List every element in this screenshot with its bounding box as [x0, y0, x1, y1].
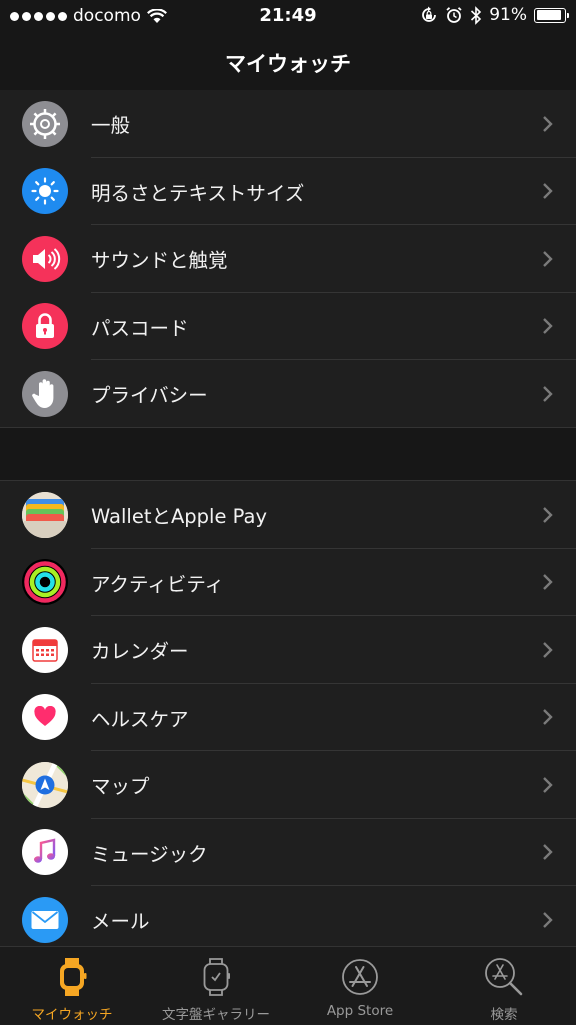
settings-item-label: メール — [91, 910, 150, 934]
chevron-right-icon — [543, 844, 553, 861]
tab-search[interactable]: 検索 — [432, 947, 576, 1025]
section-gap — [0, 427, 576, 481]
settings-item-brightness[interactable]: 明るさとテキストサイズ — [0, 158, 576, 225]
settings-item-wallet[interactable]: WalletとApple Pay — [0, 481, 576, 549]
tab-label: マイウォッチ — [31, 1007, 113, 1023]
music-icon — [22, 829, 68, 876]
settings-item-maps[interactable]: マップ — [0, 751, 576, 819]
tab-face-gallery[interactable]: 文字盤ギャラリー — [144, 947, 288, 1025]
rotation-lock-icon — [422, 6, 437, 22]
settings-item-label: サウンドと触覚 — [91, 249, 228, 273]
tab-app-store[interactable]: App Store — [288, 947, 432, 1025]
status-bar: docomo 21:49 91% — [0, 0, 576, 34]
chevron-right-icon — [543, 183, 553, 200]
settings-item-label: ミュージック — [91, 842, 208, 866]
alarm-icon — [446, 7, 462, 23]
chevron-right-icon — [543, 250, 553, 267]
settings-item-label: ヘルスケア — [91, 707, 189, 731]
settings-item-label: カレンダー — [91, 640, 189, 664]
tab-my-watch[interactable]: マイウォッチ — [0, 947, 144, 1025]
chevron-right-icon — [543, 506, 553, 523]
tab-label: App Store — [326, 1003, 394, 1019]
chevron-right-icon — [543, 115, 553, 132]
settings-item-sounds[interactable]: サウンドと触覚 — [0, 225, 576, 293]
mail-icon — [22, 896, 68, 943]
page-title: マイウォッチ — [225, 52, 351, 76]
chevron-right-icon — [543, 776, 553, 793]
chevron-right-icon — [543, 911, 553, 928]
settings-item-label: マップ — [91, 775, 150, 799]
settings-item-calendar[interactable]: カレンダー — [0, 616, 576, 684]
chevron-right-icon — [543, 574, 553, 591]
watch-icon — [60, 958, 87, 996]
health-icon — [22, 694, 68, 741]
settings-list-apps: WalletとApple Pay アクティビティ カレンダー ヘルスケア マップ… — [0, 481, 576, 954]
bluetooth-icon — [471, 5, 482, 25]
settings-item-general[interactable]: 一般 — [0, 90, 576, 158]
gear-icon — [22, 100, 68, 147]
tab-bar: マイウォッチ 文字盤ギャラリー App Store 検索 — [0, 946, 576, 1024]
settings-item-privacy[interactable]: プライバシー — [0, 360, 576, 428]
settings-list-system: 一般 明るさとテキストサイズ サウンドと触覚 パスコード プライバシー — [0, 90, 576, 428]
map-icon — [22, 761, 68, 808]
brightness-icon — [22, 168, 68, 215]
settings-item-health[interactable]: ヘルスケア — [0, 684, 576, 751]
battery-icon — [534, 7, 569, 23]
watch-face-icon — [203, 958, 230, 996]
navigation-bar: マイウォッチ — [0, 34, 576, 98]
settings-item-music[interactable]: ミュージック — [0, 819, 576, 886]
speaker-icon — [22, 235, 68, 282]
tab-label: 文字盤ギャラリー — [162, 1007, 270, 1023]
app-store-icon — [342, 959, 378, 995]
search-icon — [485, 958, 523, 996]
settings-item-label: プライバシー — [91, 384, 208, 408]
settings-item-label: パスコード — [91, 316, 189, 340]
settings-item-activity[interactable]: アクティビティ — [0, 549, 576, 616]
activity-icon — [22, 559, 68, 606]
settings-item-label: アクティビティ — [91, 572, 225, 596]
settings-item-label: 明るさとテキストサイズ — [91, 181, 305, 205]
hand-icon — [22, 370, 68, 417]
tab-label: 検索 — [490, 1007, 518, 1023]
settings-item-passcode[interactable]: パスコード — [0, 293, 576, 360]
settings-item-label: 一般 — [91, 114, 131, 138]
wallet-icon — [22, 491, 68, 538]
settings-item-label: WalletとApple Pay — [91, 505, 268, 529]
chevron-right-icon — [543, 318, 553, 335]
calendar-icon — [22, 626, 68, 673]
battery-percent: 91% — [489, 5, 527, 25]
lock-icon — [22, 303, 68, 350]
settings-item-mail[interactable]: メール — [0, 886, 576, 954]
chevron-right-icon — [543, 641, 553, 658]
chevron-right-icon — [543, 709, 553, 726]
chevron-right-icon — [543, 385, 553, 402]
